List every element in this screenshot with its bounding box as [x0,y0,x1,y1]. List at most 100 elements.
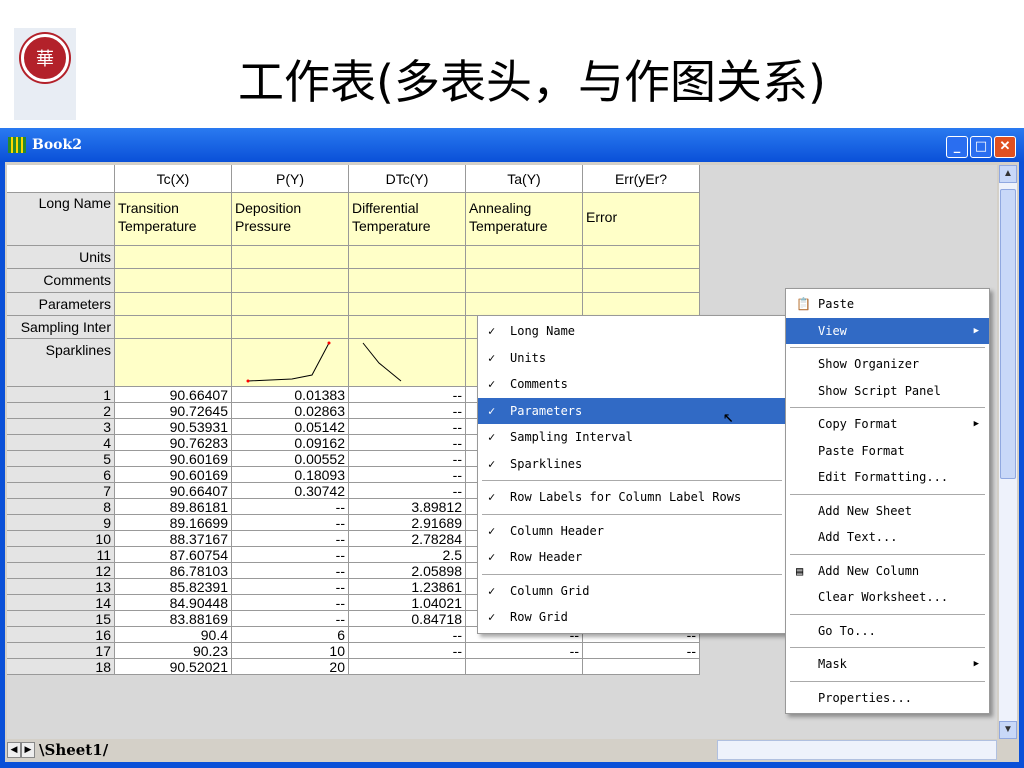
menu-item-add-text[interactable]: Add Text... [786,524,989,551]
data-cell[interactable]: 90.66407 [115,387,232,403]
row-label[interactable]: Comments [7,269,115,293]
menu-item-go-to[interactable]: Go To... [786,618,989,645]
label-cell[interactable] [349,339,466,387]
label-cell[interactable] [466,246,583,269]
label-cell[interactable] [232,246,349,269]
data-cell[interactable]: -- [583,643,700,659]
row-header[interactable]: 2 [7,403,115,419]
data-cell[interactable]: -- [349,403,466,419]
menu-item-properties[interactable]: Properties... [786,685,989,712]
row-label[interactable]: Units [7,246,115,269]
label-cell[interactable] [583,246,700,269]
row-label[interactable]: Sampling Inter [7,316,115,339]
minimize-button[interactable]: _ [946,136,968,158]
column-header[interactable]: Err(yEr? [583,165,700,193]
menu-item-add-new-column[interactable]: ▤ Add New Column [786,558,989,585]
menu-item-clear-worksheet[interactable]: Clear Worksheet... [786,584,989,611]
menu-item-sampling-interval[interactable]: ✓ Sampling Interval [478,424,786,451]
column-header[interactable]: P(Y) [232,165,349,193]
data-cell[interactable]: -- [349,387,466,403]
column-header[interactable]: Ta(Y) [466,165,583,193]
menu-item-long-name[interactable]: ✓ Long Name [478,318,786,345]
data-cell[interactable]: 90.53931 [115,419,232,435]
data-cell[interactable]: -- [232,611,349,627]
data-cell[interactable]: 90.4 [115,627,232,643]
row-header[interactable]: 18 [7,659,115,675]
data-cell[interactable]: 0.30742 [232,483,349,499]
data-cell[interactable]: 0.01383 [232,387,349,403]
data-cell[interactable]: 2.78284 [349,531,466,547]
data-cell[interactable]: -- [232,547,349,563]
data-cell[interactable] [583,659,700,675]
data-cell[interactable]: 90.72645 [115,403,232,419]
label-cell[interactable] [466,293,583,316]
data-cell[interactable]: -- [349,435,466,451]
menu-item-column-grid[interactable]: ✓ Column Grid [478,578,786,605]
data-cell[interactable]: 90.23 [115,643,232,659]
menu-item-comments[interactable]: ✓ Comments [478,371,786,398]
menu-item-parameters[interactable]: ✓ Parameters ↖ [478,397,786,427]
label-cell[interactable]: Deposition Pressure [232,193,349,246]
data-cell[interactable]: 90.76283 [115,435,232,451]
tab-prev-button[interactable]: ◀ [7,742,21,758]
data-cell[interactable]: -- [232,595,349,611]
row-label[interactable]: Long Name [7,193,115,246]
menu-item-units[interactable]: ✓ Units [478,345,786,372]
column-header[interactable]: Tc(X) [115,165,232,193]
data-cell[interactable]: 0.00552 [232,451,349,467]
scroll-down-button[interactable]: ▼ [999,721,1017,739]
row-label[interactable]: Parameters [7,293,115,316]
label-cell[interactable] [115,293,232,316]
data-cell[interactable]: 0.84718 [349,611,466,627]
maximize-button[interactable]: □ [970,136,992,158]
label-cell[interactable] [115,339,232,387]
row-header[interactable]: 3 [7,419,115,435]
row-header[interactable]: 13 [7,579,115,595]
data-cell[interactable]: 2.05898 [349,563,466,579]
label-cell[interactable]: Differential Temperature [349,193,466,246]
tab-next-button[interactable]: ▶ [21,742,35,758]
data-cell[interactable]: -- [349,451,466,467]
data-cell[interactable]: 87.60754 [115,547,232,563]
data-cell[interactable]: 2.5 [349,547,466,563]
data-cell[interactable]: 0.18093 [232,467,349,483]
row-header[interactable]: 8 [7,499,115,515]
data-cell[interactable]: 1.04021 [349,595,466,611]
label-cell[interactable]: Annealing Temperature [466,193,583,246]
data-cell[interactable]: 0.02863 [232,403,349,419]
scroll-up-button[interactable]: ▲ [999,165,1017,183]
title-bar[interactable]: Book2 _ □ ✕ [0,128,1024,162]
menu-item-row-grid[interactable]: ✓ Row Grid [478,604,786,631]
tab-sheet1[interactable]: Sheet1 [44,741,102,759]
data-cell[interactable]: 20 [232,659,349,675]
menu-item-sparklines[interactable]: ✓ Sparklines [478,451,786,478]
row-header[interactable]: 14 [7,595,115,611]
data-cell[interactable]: -- [349,467,466,483]
data-cell[interactable]: 89.86181 [115,499,232,515]
menu-item-paste-format[interactable]: Paste Format [786,438,989,465]
data-cell[interactable]: 90.60169 [115,467,232,483]
data-cell[interactable]: 88.37167 [115,531,232,547]
menu-item-column-header[interactable]: ✓ Column Header [478,518,786,545]
menu-item-mask[interactable]: Mask ▶ [786,651,989,678]
data-cell[interactable]: 3.89812 [349,499,466,515]
close-button[interactable]: ✕ [994,136,1016,158]
row-header[interactable]: 6 [7,467,115,483]
corner-cell[interactable] [7,165,115,193]
row-header[interactable]: 7 [7,483,115,499]
data-cell[interactable]: 90.66407 [115,483,232,499]
data-cell[interactable]: 84.90448 [115,595,232,611]
menu-item-copy-format[interactable]: Copy Format ▶ [786,411,989,438]
data-cell[interactable]: 85.82391 [115,579,232,595]
data-cell[interactable]: -- [466,643,583,659]
menu-item-add-new-sheet[interactable]: Add New Sheet [786,498,989,525]
label-cell[interactable] [232,269,349,293]
row-header[interactable]: 12 [7,563,115,579]
data-cell[interactable]: -- [349,483,466,499]
menu-item-edit-formatting[interactable]: Edit Formatting... [786,464,989,491]
data-cell[interactable]: 0.09162 [232,435,349,451]
label-cell[interactable] [466,269,583,293]
label-cell[interactable] [232,339,349,387]
data-cell[interactable]: 90.60169 [115,451,232,467]
data-cell[interactable]: -- [232,579,349,595]
